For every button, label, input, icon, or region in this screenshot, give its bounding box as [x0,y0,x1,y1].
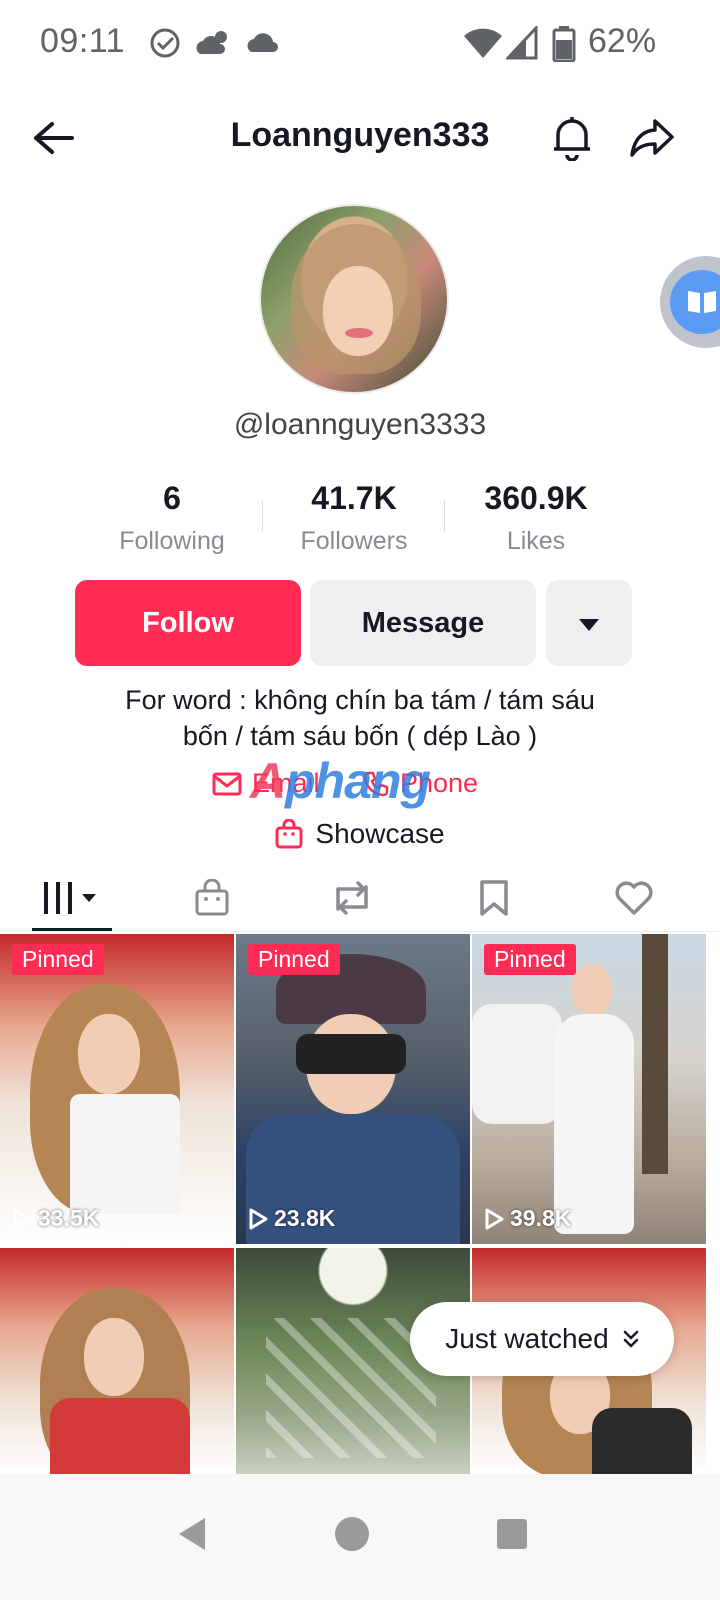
stat-likes-label: Likes [506,527,566,555]
play-icon [248,1208,268,1230]
stat-followers-value: 41.7K [311,480,397,516]
view-count-text: 39.8K [510,1205,572,1231]
bio-line: bốn / tám sáu bốn ( dép Lào ) [182,721,538,751]
watermark-logo: Aphang [250,753,431,809]
profile-handle: @loannguyen3333 [233,408,487,441]
envelope-icon [212,772,242,796]
battery-icon [552,26,576,67]
avatar-face [323,266,393,356]
bell-icon[interactable] [544,110,600,166]
pinned-badge: Pinned [12,944,104,975]
pinned-badge: Pinned [248,944,340,975]
top-nav: Loannguyen333 [0,96,720,180]
thumbnail-sunglasses [296,1034,406,1074]
floating-reader-button[interactable] [660,256,720,348]
just-watched-label: Just watched [445,1323,609,1354]
thumbnail-tree [642,934,668,1174]
tab-favorites[interactable] [466,870,522,926]
wifi-icon [462,26,504,65]
system-navigation-bar [0,1474,720,1600]
stat-followers[interactable]: 41.7K Followers [264,480,444,556]
tab-videos[interactable] [32,870,112,926]
play-icon [12,1208,32,1230]
pinned-badge: Pinned [484,944,576,975]
video-thumbnail[interactable] [0,1248,234,1474]
stat-following-value: 6 [163,480,181,516]
caret-down-icon [578,607,600,640]
signal-icon [504,24,540,65]
bio-line: For word : không chín ba tám / tám sáu [125,685,595,715]
repost-icon [330,879,374,917]
more-options-button[interactable] [546,580,632,666]
page-title: Loannguyen333 [230,116,490,154]
stat-followers-label: Followers [300,527,408,555]
stat-divider [262,500,263,532]
video-thumbnail[interactable]: Pinned 39.8K [472,934,706,1244]
videos-grid-icon [40,880,104,916]
thumbnail-dress [554,1014,634,1234]
heart-icon [614,880,654,916]
view-count: 39.8K [484,1205,571,1232]
status-bar: 09:11 62% [0,0,720,90]
tab-shop[interactable] [184,870,240,926]
video-grid: Pinned 33.5K Pinned 23.8K Pinned 39.8K [0,934,720,1474]
status-time: 09:11 [40,22,126,60]
thumbnail-clothing [70,1094,180,1214]
just-watched-button[interactable]: Just watched [410,1302,674,1376]
double-chevron-down-icon [623,1329,639,1349]
battery-percent: 62% [588,22,657,60]
stat-likes-value: 360.9K [484,480,588,516]
showcase-label: Showcase [315,818,445,849]
message-button[interactable]: Message [310,580,536,666]
profile-bio: For word : không chín ba tám / tám sáu b… [60,682,660,754]
bookmark-icon [479,879,509,917]
shop-bag-icon [194,879,230,917]
shopping-bag-icon [275,819,303,849]
system-back-icon[interactable] [162,1504,222,1564]
video-thumbnail[interactable]: Pinned 33.5K [0,934,234,1244]
showcase-link[interactable]: Showcase [0,818,720,850]
tab-liked[interactable] [606,870,662,926]
tab-reposts[interactable] [324,870,380,926]
check-circle-icon [148,26,182,65]
avatar[interactable] [259,204,449,394]
view-count: 23.8K [248,1205,335,1232]
video-thumbnail[interactable]: Pinned 23.8K [236,934,470,1244]
weather-icon [194,26,234,65]
thumbnail-face [84,1318,144,1396]
thumbnail-car [472,1004,562,1124]
view-count-text: 23.8K [274,1205,336,1231]
avatar-lips [345,328,373,338]
follow-button[interactable]: Follow [75,580,301,666]
stat-divider [444,500,445,532]
system-home-icon[interactable] [322,1504,382,1564]
share-icon[interactable] [624,110,680,166]
system-recents-icon[interactable] [482,1504,542,1564]
stat-following[interactable]: 6 Following [82,480,262,556]
thumbnail-clothing [50,1398,190,1474]
book-icon [670,270,720,334]
stat-following-label: Following [119,527,225,555]
cloud-icon [244,26,284,65]
view-count-text: 33.5K [38,1205,100,1231]
active-tab-indicator [32,928,112,931]
view-count: 33.5K [12,1205,99,1232]
play-icon [484,1208,504,1230]
stat-likes[interactable]: 360.9K Likes [446,480,626,556]
thumbnail-face [572,964,612,1016]
thumbnail-clothing [592,1408,692,1474]
thumbnail-face [78,1014,140,1094]
profile-tabs [0,860,720,932]
